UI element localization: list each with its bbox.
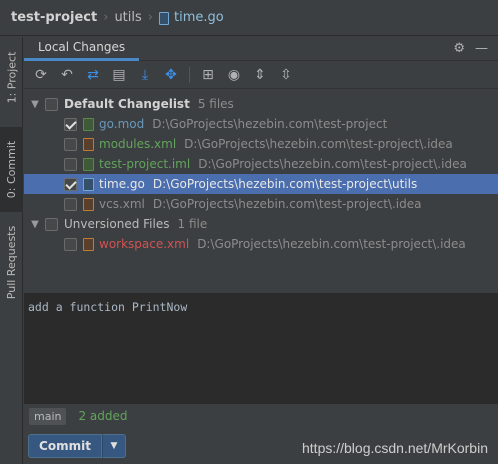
go-mod-icon: [83, 117, 94, 131]
changelist-default[interactable]: ▼ Default Changelist 5 files: [24, 94, 498, 114]
file-row-workspace-xml[interactable]: workspace.xml D:\GoProjects\hezebin.com\…: [24, 234, 498, 254]
watermark: https://blog.csdn.net/MrKorbin: [302, 440, 488, 456]
checkbox-go-mod[interactable]: [64, 117, 77, 131]
minimize-icon[interactable]: —: [475, 41, 488, 56]
refresh-icon[interactable]: ⟳: [30, 64, 52, 86]
checkbox-time-go[interactable]: [64, 177, 77, 191]
eye-icon[interactable]: ◉: [223, 64, 245, 86]
breadcrumb-project[interactable]: test-project: [11, 10, 97, 25]
file-row-modules-xml[interactable]: modules.xml D:\GoProjects\hezebin.com\te…: [24, 134, 498, 154]
gear-icon[interactable]: ⚙: [453, 41, 465, 56]
diff-icon[interactable]: ⇄: [82, 64, 104, 86]
sidebar-tab-commit[interactable]: 0: Commit: [0, 127, 23, 212]
iml-file-icon: [83, 157, 94, 171]
expand-all-icon[interactable]: ⇕: [249, 64, 271, 86]
xml-file-icon: [83, 237, 94, 251]
tab-local-changes[interactable]: Local Changes: [24, 37, 140, 61]
branch-badge[interactable]: main: [29, 407, 67, 425]
sidebar-tab-pull-requests[interactable]: Pull Requests: [0, 222, 23, 302]
checkbox-unversioned[interactable]: [45, 217, 58, 231]
chevron-right-icon: ›: [147, 10, 153, 25]
collapse-all-icon[interactable]: ⇳: [275, 64, 297, 86]
commit-status-bar: main 2 added: [24, 404, 498, 428]
go-file-icon: [158, 12, 169, 25]
panel-tabbar: Local Changes ⚙ —: [24, 37, 498, 61]
go-file-icon: [83, 177, 94, 191]
chevron-down-icon[interactable]: ▼: [28, 99, 42, 110]
toolbar-divider: [189, 66, 190, 83]
group-icon[interactable]: ✥: [160, 64, 182, 86]
xml-file-icon: [83, 197, 94, 211]
file-row-go-mod[interactable]: go.mod D:\GoProjects\hezebin.com\test-pr…: [24, 114, 498, 134]
commit-message-input[interactable]: add a function PrintNow: [24, 294, 498, 404]
breadcrumb-folder[interactable]: utils: [114, 10, 141, 25]
commit-panel: Local Changes ⚙ — ⟳ ↶ ⇄ ▤ ⤓ ✥ ⊞ ◉ ⇕ ⇳ ▼ …: [24, 37, 498, 464]
rollback-icon[interactable]: ↶: [56, 64, 78, 86]
chevron-right-icon: ›: [103, 10, 109, 25]
checkbox-workspace-xml[interactable]: [64, 237, 77, 251]
shelve-icon[interactable]: ⤓: [134, 64, 156, 86]
checkbox-test-project-iml[interactable]: [64, 157, 77, 171]
changelist-unversioned[interactable]: ▼ Unversioned Files 1 file: [24, 214, 498, 234]
added-count: 2 added: [78, 409, 128, 423]
sidebar-tab-project[interactable]: 1: Project: [0, 37, 23, 117]
breadcrumb: test-project › utils › time.go: [0, 0, 498, 36]
xml-file-icon: [83, 137, 94, 151]
commit-button[interactable]: Commit: [28, 434, 102, 458]
tool-window-sidebar: 1: Project 0: Commit Pull Requests: [0, 37, 23, 464]
checkbox-vcs-xml[interactable]: [64, 197, 77, 211]
file-row-vcs-xml[interactable]: vcs.xml D:\GoProjects\hezebin.com\test-p…: [24, 194, 498, 214]
file-row-time-go[interactable]: time.go D:\GoProjects\hezebin.com\test-p…: [24, 174, 498, 194]
breadcrumb-file[interactable]: time.go: [174, 10, 224, 25]
checkbox-default-changelist[interactable]: [45, 97, 58, 111]
chevron-down-icon[interactable]: ▼: [102, 434, 126, 458]
changes-toolbar: ⟳ ↶ ⇄ ▤ ⤓ ✥ ⊞ ◉ ⇕ ⇳: [24, 61, 498, 89]
file-row-test-project-iml[interactable]: test-project.iml D:\GoProjects\hezebin.c…: [24, 154, 498, 174]
commit-message-text: add a function PrintNow: [28, 300, 188, 314]
checkbox-modules-xml[interactable]: [64, 137, 77, 151]
view-options-icon[interactable]: ⊞: [197, 64, 219, 86]
chevron-down-icon[interactable]: ▼: [28, 219, 42, 230]
changes-tree: ▼ Default Changelist 5 files go.mod D:\G…: [24, 90, 498, 293]
changelist-icon[interactable]: ▤: [108, 64, 130, 86]
